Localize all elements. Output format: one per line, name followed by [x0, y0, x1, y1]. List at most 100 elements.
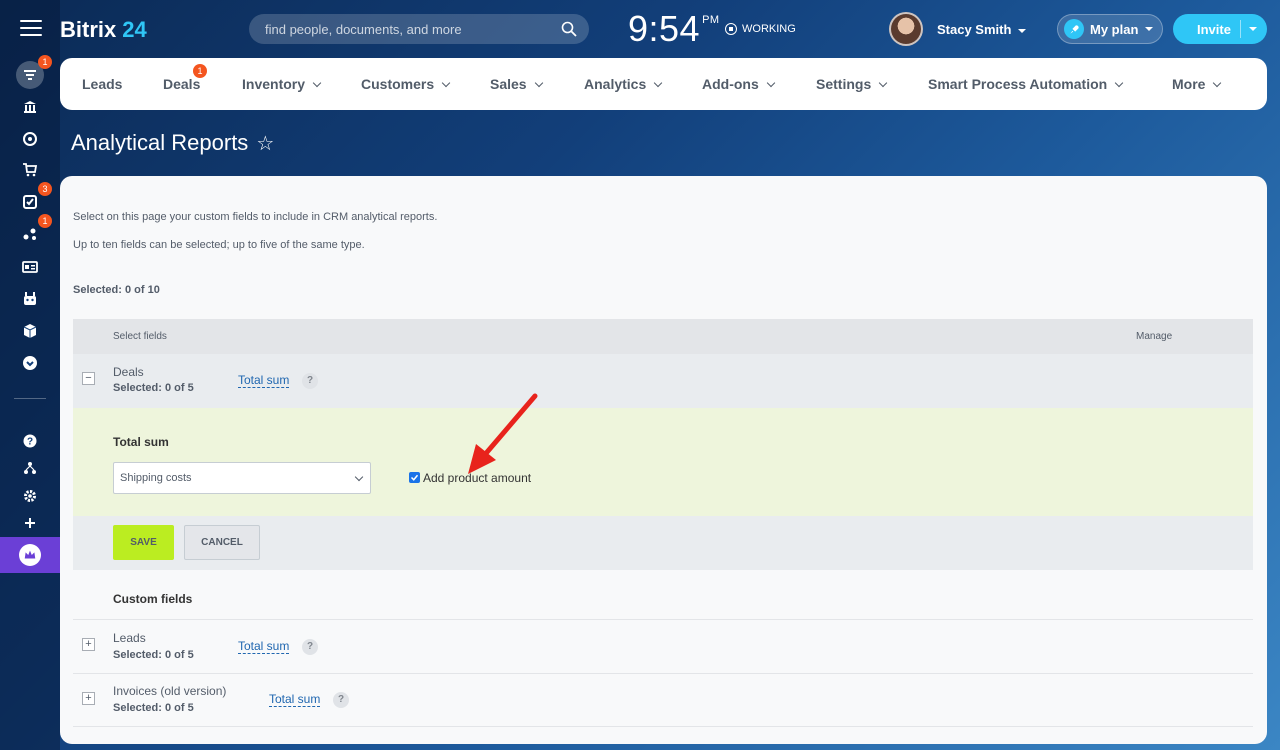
feed-icon	[24, 70, 36, 80]
nav-inventory[interactable]: Inventory	[242, 76, 322, 92]
collapse-toggle[interactable]: −	[82, 372, 95, 385]
cart-icon	[23, 163, 38, 177]
button-bar: SAVE CANCEL	[73, 516, 1253, 570]
edit-title: Total sum	[113, 435, 169, 449]
star-icon[interactable]: ☆	[256, 131, 274, 156]
rail-item-bank[interactable]	[16, 93, 44, 121]
rail-item-plan[interactable]	[0, 537, 60, 573]
chevron-down-icon	[878, 78, 888, 88]
bank-icon	[24, 101, 36, 113]
logo-text: Bitrix	[60, 17, 117, 42]
nav-sales[interactable]: Sales	[490, 76, 543, 92]
menu-icon[interactable]	[20, 20, 42, 38]
nav-analytics[interactable]: Analytics	[584, 76, 663, 92]
rail-item-contacts[interactable]	[16, 253, 44, 281]
total-sum-link[interactable]: Total sum	[238, 639, 290, 654]
rail-item-goals[interactable]	[16, 125, 44, 153]
total-sum-link[interactable]: Total sum	[238, 373, 290, 388]
cancel-button[interactable]: CANCEL	[184, 525, 260, 560]
invite-split	[1240, 20, 1241, 38]
chevron-down-icon	[534, 78, 543, 88]
rail-item-shop[interactable]	[16, 156, 44, 184]
rail-item-more[interactable]	[16, 349, 44, 377]
chevron-down-icon	[654, 78, 663, 88]
save-button[interactable]: SAVE	[113, 525, 174, 560]
rail-item-add[interactable]	[16, 509, 44, 537]
crm-icon	[23, 228, 36, 240]
nav-settings[interactable]: Settings	[816, 76, 888, 92]
rail-item-structure[interactable]	[16, 454, 44, 482]
plus-icon	[25, 518, 35, 528]
crown-icon	[19, 544, 41, 566]
clock[interactable]: 9:54 PM	[628, 8, 720, 50]
group-name: Invoices (old version)	[113, 684, 227, 698]
table-header: Select fields Manage	[73, 319, 1253, 354]
rail-item-tasks[interactable]: 3	[16, 182, 52, 216]
rail-item-help[interactable]: ?	[16, 427, 44, 455]
nav-label: Add-ons	[702, 76, 759, 92]
rail-item-inventory[interactable]	[16, 317, 44, 345]
nav-addons[interactable]: Add-ons	[702, 76, 776, 92]
nav-label: Analytics	[584, 76, 647, 92]
col-select-fields: Select fields	[113, 331, 167, 342]
gear-icon	[24, 490, 36, 502]
svg-text:?: ?	[27, 437, 33, 448]
nav-customers[interactable]: Customers	[361, 76, 451, 92]
row-divider	[73, 726, 1253, 727]
work-status-icon	[725, 23, 737, 35]
left-rail: 1 3 1 ?	[0, 0, 60, 750]
rail-item-settings[interactable]	[16, 482, 44, 510]
help-icon[interactable]: ?	[302, 373, 318, 389]
nav-leads[interactable]: Leads	[82, 76, 122, 92]
nav-label: Smart Process Automation	[928, 76, 1108, 92]
help-icon[interactable]: ?	[333, 692, 349, 708]
rail-badge-feed: 1	[38, 55, 52, 69]
group-name: Leads	[113, 631, 146, 645]
group-count: Selected: 0 of 5	[113, 649, 194, 661]
group-count: Selected: 0 of 5	[113, 382, 194, 394]
nav-label: Sales	[490, 76, 527, 92]
page-title: Analytical Reports ☆	[71, 130, 274, 156]
clock-time: 9:54	[628, 8, 701, 49]
chevron-down-circle-icon	[23, 356, 37, 370]
clock-ampm: PM	[702, 14, 720, 26]
user-menu[interactable]: Stacy Smith	[937, 22, 1027, 37]
rail-item-crm[interactable]: 1	[16, 214, 52, 248]
group-invoices: + Invoices (old version) Selected: 0 of …	[73, 674, 1253, 727]
add-product-amount-checkbox[interactable]	[409, 472, 420, 483]
nav-smart-process[interactable]: Smart Process Automation	[928, 76, 1124, 92]
invite-label: Invite	[1197, 21, 1231, 37]
work-status-label: WORKING	[742, 23, 796, 35]
expand-toggle[interactable]: +	[82, 692, 95, 705]
logo-number: 24	[122, 17, 147, 42]
nav-label: Inventory	[242, 76, 306, 92]
intro-text-1: Select on this page your custom fields t…	[73, 211, 438, 223]
nav-label: Deals	[163, 76, 201, 92]
avatar[interactable]	[889, 12, 923, 46]
app-logo[interactable]: Bitrix 24	[60, 17, 147, 43]
field-select[interactable]: Shipping costs	[113, 462, 371, 494]
search-placeholder: find people, documents, and more	[265, 22, 462, 37]
total-sum-link[interactable]: Total sum	[269, 692, 321, 707]
expand-toggle[interactable]: +	[82, 638, 95, 651]
nav-label: Settings	[816, 76, 872, 92]
group-count: Selected: 0 of 5	[113, 702, 194, 714]
chevron-down-icon	[1213, 78, 1222, 88]
nav-label: More	[1172, 76, 1206, 92]
search-input[interactable]: find people, documents, and more	[249, 14, 589, 44]
search-icon	[561, 21, 577, 37]
page-title-text: Analytical Reports	[71, 130, 249, 155]
nav-deals[interactable]: Deals 1	[163, 64, 207, 92]
rail-item-feed[interactable]: 1	[16, 55, 52, 89]
chevron-down-icon	[1145, 27, 1154, 31]
my-plan-button[interactable]: My plan	[1057, 14, 1163, 44]
invite-button[interactable]: Invite	[1173, 14, 1267, 44]
rail-divider	[14, 398, 46, 399]
rail-badge-crm: 1	[38, 214, 52, 228]
robot-icon	[24, 292, 36, 305]
work-status[interactable]: WORKING	[725, 23, 796, 35]
rail-item-robot[interactable]	[16, 285, 44, 313]
nav-more[interactable]: More	[1172, 76, 1222, 92]
help-icon[interactable]: ?	[302, 639, 318, 655]
chevron-down-icon[interactable]	[1249, 27, 1257, 31]
